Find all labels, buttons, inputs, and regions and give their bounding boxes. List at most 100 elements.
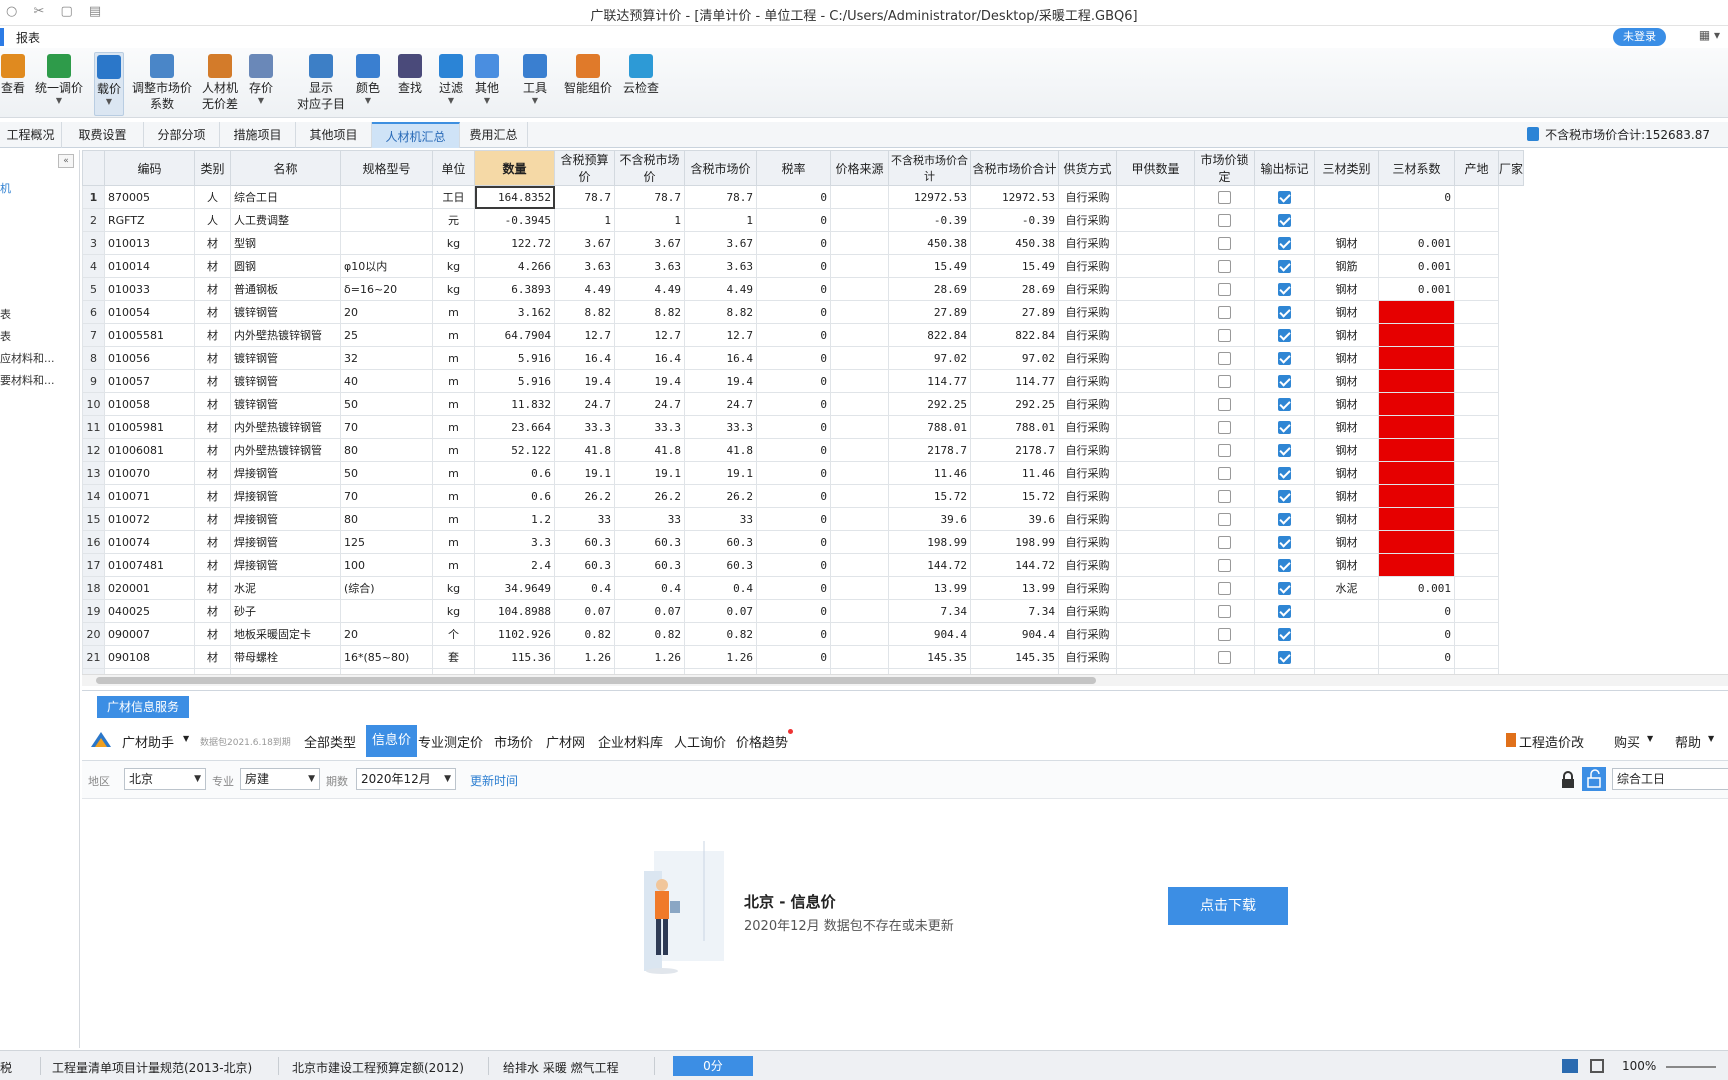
major-select[interactable]: 房建 ▼ [240,768,320,790]
table-cell[interactable] [1194,231,1255,255]
table-row[interactable]: 3 010013 材型钢 kg 122.72 3.67 3.67 3.67 0 450.38 450… [82,231,1524,255]
table-cell[interactable] [1254,599,1315,623]
table-cell[interactable] [1254,300,1315,324]
output-mark-checkbox[interactable] [1278,489,1291,503]
panel-tab-0[interactable]: 全部类型 [304,732,356,751]
table-cell[interactable] [1254,622,1315,646]
output-mark-checkbox[interactable] [1278,236,1291,250]
help-dropdown-icon[interactable]: ▼ [1708,734,1714,743]
tab-6[interactable]: 费用汇总 [460,122,528,148]
column-header[interactable]: 价格来源 [830,150,889,186]
layout-icon[interactable]: ▦ ▾ [1699,28,1720,42]
table-row[interactable]: 14 010071 材焊接钢管 70 m 0.6 26.2 26.2 26.2 0 15.72 15.… [82,484,1524,508]
price-lock-checkbox[interactable] [1218,351,1231,365]
table-row[interactable]: 12 01006081 材内外壁热镀锌钢管 80 m 52.122 41.8 41.8 41.8… [82,438,1524,462]
panel-link-help[interactable]: 帮助 [1675,732,1701,751]
toolbar-button-2[interactable]: 载价 ▼ [94,52,124,116]
table-cell[interactable] [1254,415,1315,439]
table-row[interactable]: 18 020001 材水泥 (综合) kg 34.9649 0.4 0.4 0.4 0 13.99 1… [82,576,1524,600]
table-row[interactable]: 4 010014 材圆钢 φ10以内 kg 4.266 3.63 3.63 3.63 0 15.49… [82,254,1524,278]
price-lock-checkbox[interactable] [1218,581,1231,595]
period-select[interactable]: 2020年12月 ▼ [356,768,456,790]
assistant-label[interactable]: 广材助手 [122,732,174,751]
table-cell[interactable] [1254,507,1315,531]
price-lock-checkbox[interactable] [1218,282,1231,296]
lock-icon[interactable] [1560,771,1576,789]
toolbar-button-13[interactable]: 云检查 [620,52,662,116]
table-cell[interactable] [1194,576,1255,600]
column-header[interactable]: 厂家 [1497,150,1525,186]
price-lock-checkbox[interactable] [1218,397,1231,411]
table-cell[interactable] [1254,346,1315,370]
score-badge[interactable]: 0分 [673,1056,753,1076]
table-cell[interactable] [1254,530,1315,554]
price-lock-checkbox[interactable] [1218,374,1231,388]
table-cell[interactable] [1194,415,1255,439]
output-mark-checkbox[interactable] [1278,512,1291,526]
table-cell[interactable] [1194,185,1255,209]
table-cell[interactable] [1194,323,1255,347]
column-header[interactable]: 三材类别 [1314,150,1379,186]
price-lock-checkbox[interactable] [1218,259,1231,273]
collapse-icon[interactable]: « [58,154,74,168]
table-cell[interactable] [1194,392,1255,416]
column-header[interactable]: 数量 [474,150,555,186]
output-mark-checkbox[interactable] [1278,627,1291,641]
column-header[interactable]: 名称 [230,150,341,186]
update-time-link[interactable]: 更新时间 [470,772,518,789]
output-mark-checkbox[interactable] [1278,259,1291,273]
table-cell[interactable] [1254,484,1315,508]
column-header[interactable]: 含税市场价合计 [970,150,1059,186]
column-header[interactable]: 类别 [194,150,231,186]
toolbar-button-3[interactable]: 调整市场价 系数 [130,52,194,116]
table-row[interactable]: 10 010058 材镀锌钢管 50 m 11.832 24.7 24.7 24.7 0 292.2… [82,392,1524,416]
panel-tab-1[interactable]: 信息价 [366,725,418,757]
toolbar-button-1[interactable]: 统一调价 ▼ [26,52,92,116]
price-lock-checkbox[interactable] [1218,213,1231,227]
output-mark-checkbox[interactable] [1278,213,1291,227]
panel-link-reform[interactable]: 工程造价改 [1519,732,1584,751]
price-lock-checkbox[interactable] [1218,443,1231,457]
output-mark-checkbox[interactable] [1278,604,1291,618]
table-cell[interactable] [1194,369,1255,393]
toolbar-button-0[interactable]: 查看 [0,52,26,116]
status-item-spec[interactable]: 工程量清单项目计量规范(2013-北京) [52,1059,252,1076]
table-cell[interactable] [1254,553,1315,577]
panel-tab-3[interactable]: 市场价 [494,732,533,751]
toolbar-button-7[interactable]: 颜色 ▼ [352,52,384,116]
price-lock-checkbox[interactable] [1218,512,1231,526]
table-cell[interactable] [1194,208,1255,232]
table-cell[interactable] [1254,438,1315,462]
output-mark-checkbox[interactable] [1278,397,1291,411]
column-header[interactable]: 税率 [756,150,831,186]
buy-dropdown-icon[interactable]: ▼ [1647,734,1653,743]
toolbar-button-10[interactable]: 其他 ▼ [470,52,504,116]
price-lock-checkbox[interactable] [1218,420,1231,434]
zoom-slider[interactable] [1666,1066,1716,1068]
table-cell[interactable] [1194,277,1255,301]
output-mark-checkbox[interactable] [1278,558,1291,572]
price-lock-checkbox[interactable] [1218,305,1231,319]
table-cell[interactable] [1194,507,1255,531]
panel-tab-6[interactable]: 人工询价 [674,732,726,751]
table-row[interactable]: 7 01005581 材内外壁热镀锌钢管 25 m 64.7904 12.7 12.7 12.7… [82,323,1524,347]
table-cell[interactable] [1194,484,1255,508]
price-lock-checkbox[interactable] [1218,236,1231,250]
panel-tab-4[interactable]: 广材网 [546,732,585,751]
search-input[interactable]: 综合工日 [1612,768,1728,790]
tab-3[interactable]: 措施项目 [220,122,296,148]
column-header[interactable]: 含税预算价 [554,150,615,186]
region-select[interactable]: 北京 ▼ [124,768,206,790]
table-row[interactable]: 15 010072 材焊接钢管 80 m 1.2 33 33 33 0 39.6 39.6 自行采购 钢材… [82,507,1524,531]
output-mark-checkbox[interactable] [1278,650,1291,664]
column-header[interactable]: 编码 [104,150,195,186]
horizontal-scrollbar[interactable] [82,674,1728,686]
tab-1[interactable]: 取费设置 [62,122,144,148]
output-mark-checkbox[interactable] [1278,351,1291,365]
table-cell[interactable] [1194,438,1255,462]
tree-item[interactable]: 应材料和... [0,350,55,366]
price-lock-checkbox[interactable] [1218,627,1231,641]
unlock-icon[interactable] [1582,767,1606,791]
table-row[interactable]: 21 090108 材带母螺栓 16*(85~80) 套 115.36 1.26 1.26 1.… [82,645,1524,669]
table-cell[interactable] [1194,530,1255,554]
